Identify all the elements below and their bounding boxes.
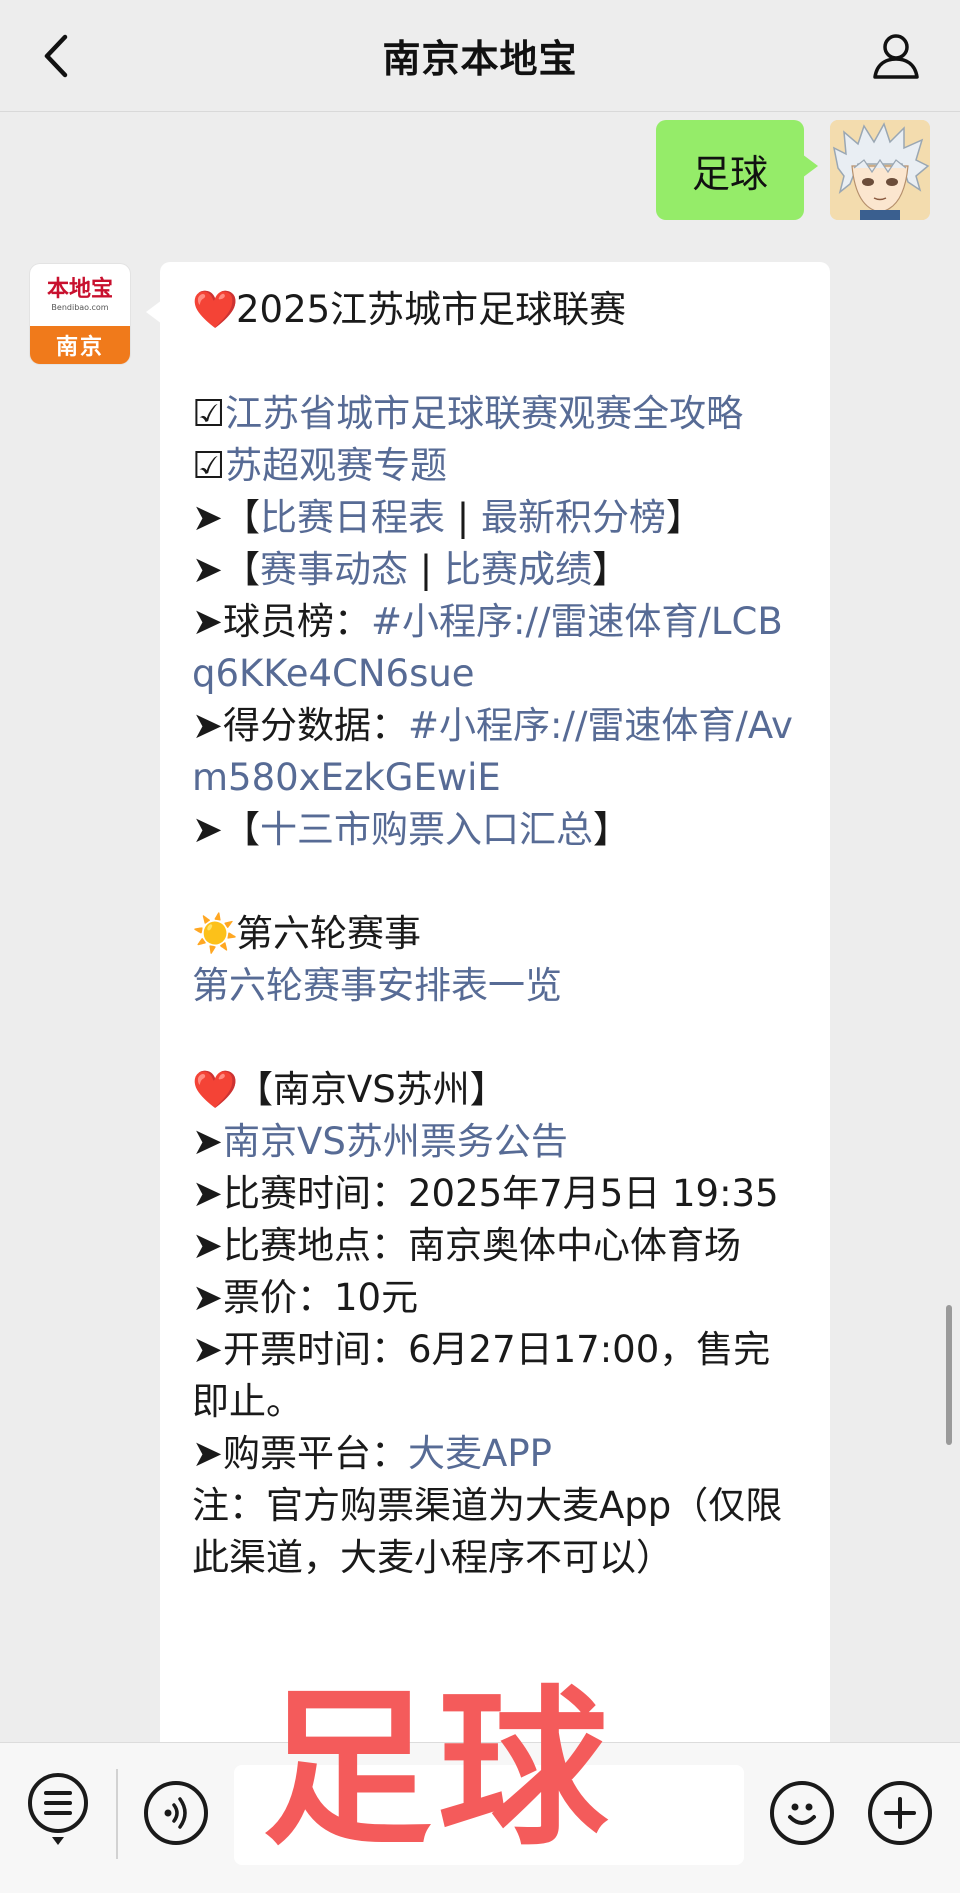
message-link[interactable]: 比赛成绩 (444, 548, 592, 591)
message-text: ➤球员榜： (192, 600, 372, 643)
reply-message-bubble: ❤️2025江苏城市足球联赛 ☑江苏省城市足球联赛观赛全攻略 ☑苏超观赛专题 ➤【比赛… (160, 262, 830, 1762)
user-icon (873, 34, 919, 79)
message-link[interactable]: 十三市购票入口汇总 (260, 808, 593, 851)
emoji-button[interactable] (770, 1781, 834, 1845)
message-line: ➤得分数据：#小程序://雷速体育/Avm580xEzkGEwiE (192, 700, 800, 804)
emoji-icon (788, 1803, 816, 1825)
back-arrow-icon (44, 34, 68, 78)
scrollbar[interactable] (946, 1305, 952, 1445)
message-line: ➤比赛时间：2025年7月5日 19:35 (192, 1168, 800, 1220)
message-text: ➤得分数据： (192, 704, 409, 747)
message-line: ➤开票时间：6月27日17:00，售完即止。 (192, 1324, 800, 1428)
official-account-avatar[interactable]: 本地宝 Bendibao.com 南京 (30, 264, 130, 364)
message-line: ➤比赛地点：南京奥体中心体育场 (192, 1220, 800, 1272)
message-link[interactable]: 江苏省城市足球联赛观赛全攻略 (225, 392, 743, 435)
message-line: ➤票价：10元 (192, 1272, 800, 1324)
emoji-glyph: ❤️ (192, 1068, 239, 1111)
avatar-logo-text: 本地宝 (46, 276, 113, 302)
message-line: ➤【赛事动态 | 比赛成绩】 (192, 544, 800, 596)
message-text: ☑ (192, 444, 226, 487)
emoji-glyph: ☀️ (192, 912, 239, 955)
voice-icon (164, 1797, 187, 1829)
message-text: ➤比赛时间：2025年7月5日 19:35 (192, 1172, 779, 1215)
avatar-city-label: 南京 (30, 326, 130, 364)
message-text: ➤【 (192, 496, 261, 539)
message-text: 第六轮赛事 (236, 912, 421, 955)
message-text: | (408, 548, 445, 591)
menu-button[interactable] (26, 1771, 90, 1851)
voice-button[interactable] (144, 1781, 208, 1845)
message-link[interactable]: 比赛日程表 (260, 496, 445, 539)
user-message-text: 足球 (691, 151, 768, 196)
message-text: ➤【 (192, 548, 261, 591)
message-link[interactable]: 苏超观赛专题 (225, 444, 447, 487)
chat-title: 南京本地宝 (382, 37, 578, 81)
avatar-logo-site: Bendibao.com (51, 303, 109, 312)
user-message-bubble[interactable]: 足球 (655, 120, 819, 220)
message-line: ➤购票平台：大麦APP (192, 1428, 800, 1480)
message-line: ➤球员榜：#小程序://雷速体育/LCBq6KKe4CN6sue (192, 596, 800, 700)
message-text: 注：官方购票渠道为大麦App（仅限此渠道，大麦小程序不可以） (192, 1484, 783, 1579)
message-text: 】 (592, 548, 630, 591)
message-text: ➤购票平台： (192, 1432, 409, 1475)
plus-button[interactable] (868, 1781, 932, 1845)
overlay-caption: 足球 (262, 1671, 615, 1869)
message-text: 】 (666, 496, 704, 539)
profile-button[interactable] (868, 28, 924, 84)
message-line: ☑江苏省城市足球联赛观赛全攻略 (192, 388, 800, 440)
message-text: ☑ (192, 392, 226, 435)
message-text: ➤【 (192, 808, 261, 851)
message-line: ☀️第六轮赛事 (192, 908, 800, 960)
message-line: ☑苏超观赛专题 (192, 440, 800, 492)
message-link[interactable]: 大麦APP (408, 1432, 552, 1475)
message-text: | (445, 496, 482, 539)
message-text: ➤比赛地点：南京奥体中心体育场 (192, 1224, 742, 1267)
message-link[interactable]: 最新积分榜 (481, 496, 666, 539)
message-line: ➤【比赛日程表 | 最新积分榜】 (192, 492, 800, 544)
message-text: ➤ (192, 1120, 224, 1163)
message-text: 2025江苏城市足球联赛 (236, 288, 627, 331)
message-line: ❤️2025江苏城市足球联赛 (192, 284, 800, 336)
menu-list-icon (28, 1773, 88, 1845)
message-link[interactable]: 赛事动态 (260, 548, 408, 591)
message-line: 第六轮赛事安排表一览 (192, 960, 800, 1012)
message-line: ❤️【南京VS苏州】 (192, 1064, 800, 1116)
emoji-glyph: ❤️ (192, 288, 239, 331)
message-text: 【南京VS苏州】 (236, 1068, 507, 1111)
chat-header: 南京本地宝 (0, 0, 960, 112)
input-bar-divider (116, 1769, 118, 1859)
message-text: ➤票价：10元 (192, 1276, 419, 1319)
message-line: ➤南京VS苏州票务公告 (192, 1116, 800, 1168)
message-text: ➤开票时间：6月27日17:00，售完即止。 (192, 1328, 771, 1423)
message-line: 注：官方购票渠道为大麦App（仅限此渠道，大麦小程序不可以） (192, 1480, 800, 1584)
message-text: 】 (593, 808, 631, 851)
user-avatar[interactable] (830, 120, 930, 220)
back-button[interactable] (30, 30, 82, 82)
plus-icon (884, 1797, 916, 1829)
message-link[interactable]: 南京VS苏州票务公告 (223, 1120, 568, 1163)
message-link[interactable]: 第六轮赛事安排表一览 (192, 964, 562, 1007)
message-line: ➤【十三市购票入口汇总】 (192, 804, 800, 856)
user-message-row: 足球 (655, 120, 930, 220)
